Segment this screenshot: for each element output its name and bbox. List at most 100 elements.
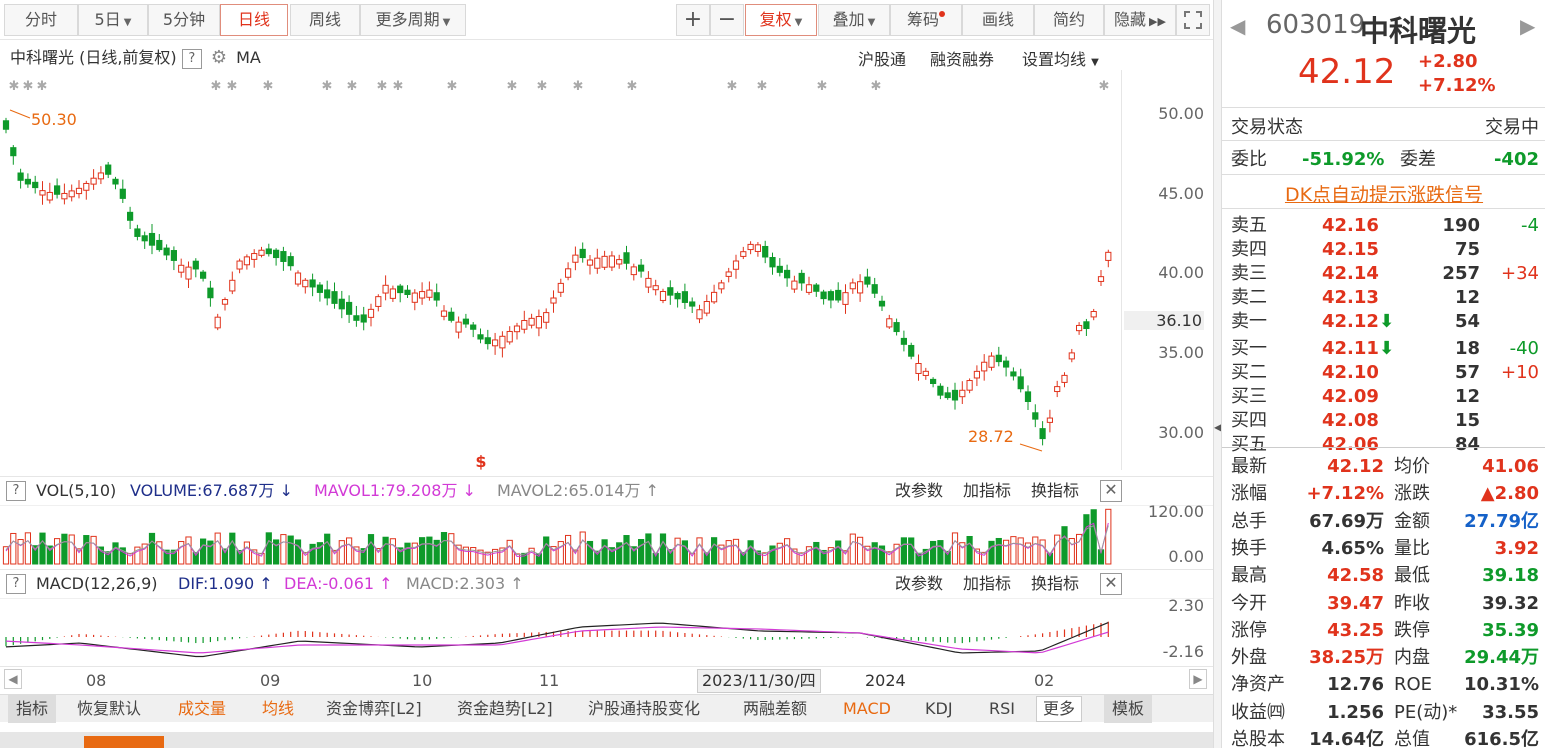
candle[interactable] bbox=[900, 330, 907, 352]
candle[interactable] bbox=[397, 283, 404, 303]
next-stock-icon[interactable]: ▶ bbox=[1520, 14, 1535, 38]
candle[interactable] bbox=[404, 285, 411, 298]
candle[interactable] bbox=[309, 273, 316, 297]
volume-bar[interactable] bbox=[995, 537, 1002, 565]
candle[interactable] bbox=[178, 258, 185, 278]
candle[interactable] bbox=[1090, 308, 1097, 321]
candle[interactable] bbox=[185, 261, 192, 289]
signal-banner-link[interactable]: DK点自动提示涨跌信号 bbox=[1222, 180, 1545, 207]
candle[interactable] bbox=[762, 240, 769, 264]
candle[interactable] bbox=[499, 331, 506, 358]
candle[interactable] bbox=[389, 285, 396, 302]
candle[interactable] bbox=[119, 179, 126, 203]
candle[interactable] bbox=[1097, 269, 1105, 287]
edit-params-link[interactable]: 改参数 bbox=[895, 570, 943, 598]
volume-bar[interactable] bbox=[857, 536, 864, 565]
candle[interactable] bbox=[426, 281, 433, 301]
event-marker[interactable]: ✱ bbox=[9, 79, 20, 94]
candle[interactable] bbox=[353, 305, 360, 327]
candle[interactable] bbox=[754, 242, 761, 257]
event-marker[interactable]: ✱ bbox=[573, 79, 584, 94]
candle[interactable] bbox=[930, 377, 937, 388]
bid-row[interactable]: 买四 42.08 15 bbox=[1222, 409, 1545, 432]
tab-rsi[interactable]: RSI bbox=[989, 695, 1015, 723]
candle[interactable] bbox=[258, 246, 265, 258]
period-tab-5min[interactable]: 5分钟 bbox=[148, 4, 220, 36]
volume-bar[interactable] bbox=[426, 536, 433, 565]
tab-more[interactable]: 更多 bbox=[1036, 696, 1083, 722]
candle[interactable] bbox=[294, 270, 302, 287]
volume-bar[interactable] bbox=[835, 540, 842, 565]
candle[interactable] bbox=[141, 231, 148, 249]
volume-bar[interactable] bbox=[419, 537, 426, 565]
volume-bar[interactable] bbox=[908, 537, 915, 565]
volume-bar[interactable] bbox=[404, 542, 411, 565]
event-marker[interactable]: ✱ bbox=[347, 79, 358, 94]
volume-bar[interactable] bbox=[659, 533, 667, 565]
candle[interactable] bbox=[156, 234, 163, 252]
volume-bar[interactable] bbox=[1039, 539, 1046, 565]
candle[interactable] bbox=[251, 249, 258, 268]
candle[interactable] bbox=[39, 181, 46, 205]
candle[interactable] bbox=[871, 277, 878, 298]
candle[interactable] bbox=[302, 278, 309, 294]
candle[interactable] bbox=[951, 382, 959, 410]
volume-bar[interactable] bbox=[638, 539, 645, 565]
volume-bar[interactable] bbox=[849, 533, 856, 565]
candle[interactable] bbox=[17, 168, 24, 189]
candle[interactable] bbox=[747, 241, 754, 255]
event-marker[interactable]: ✱ bbox=[817, 79, 828, 94]
event-marker[interactable]: ✱ bbox=[263, 79, 274, 94]
volume-bar[interactable] bbox=[1090, 509, 1097, 565]
candle[interactable] bbox=[477, 328, 484, 344]
volume-bar[interactable] bbox=[1061, 526, 1068, 565]
period-tab-more[interactable]: 更多周期 ▼ bbox=[360, 4, 466, 36]
volume-bar[interactable] bbox=[185, 536, 192, 565]
help-icon[interactable]: ? bbox=[6, 481, 26, 501]
candle[interactable] bbox=[287, 252, 294, 271]
volume-bar[interactable] bbox=[83, 535, 90, 565]
volume-bar[interactable] bbox=[1105, 508, 1112, 565]
candle[interactable] bbox=[513, 322, 521, 340]
candle[interactable] bbox=[440, 305, 448, 321]
candle[interactable] bbox=[725, 267, 732, 283]
chips-button[interactable]: 筹码 bbox=[890, 4, 962, 36]
candle[interactable] bbox=[893, 318, 900, 336]
candle[interactable] bbox=[1046, 409, 1054, 433]
sell-signal-icon[interactable]: $ bbox=[475, 452, 486, 471]
candle[interactable] bbox=[915, 354, 922, 381]
candle[interactable] bbox=[10, 145, 17, 165]
candle[interactable] bbox=[470, 321, 477, 338]
candle[interactable] bbox=[170, 246, 178, 271]
candle[interactable] bbox=[572, 246, 579, 271]
candle[interactable] bbox=[1083, 318, 1090, 336]
candle[interactable] bbox=[243, 254, 251, 270]
event-marker[interactable]: ✱ bbox=[23, 79, 34, 94]
volume-bar[interactable] bbox=[543, 536, 550, 565]
candle[interactable] bbox=[908, 342, 915, 360]
volume-bar[interactable] bbox=[1046, 552, 1054, 565]
candle[interactable] bbox=[419, 282, 426, 305]
candle[interactable] bbox=[798, 269, 805, 291]
candle[interactable] bbox=[630, 263, 637, 281]
candle[interactable] bbox=[842, 284, 849, 314]
event-marker[interactable]: ✱ bbox=[1099, 79, 1110, 94]
candle[interactable] bbox=[857, 274, 864, 302]
candle[interactable] bbox=[24, 173, 31, 188]
candle[interactable] bbox=[1010, 367, 1017, 381]
candle[interactable] bbox=[484, 329, 491, 350]
volume-bar[interactable] bbox=[448, 533, 455, 565]
candle[interactable] bbox=[221, 297, 229, 311]
event-marker[interactable]: ✱ bbox=[871, 79, 882, 94]
candle[interactable] bbox=[528, 313, 535, 329]
volume-bar[interactable] bbox=[981, 551, 988, 565]
candle[interactable] bbox=[492, 332, 499, 355]
volume-bar[interactable] bbox=[645, 533, 652, 565]
candle[interactable] bbox=[674, 291, 681, 308]
macd-chart[interactable] bbox=[0, 599, 1122, 663]
volume-bar[interactable] bbox=[900, 537, 907, 565]
volume-bar[interactable] bbox=[229, 532, 236, 565]
volume-bar[interactable] bbox=[389, 538, 396, 565]
candle[interactable] bbox=[97, 166, 105, 185]
candle[interactable] bbox=[2, 117, 10, 134]
